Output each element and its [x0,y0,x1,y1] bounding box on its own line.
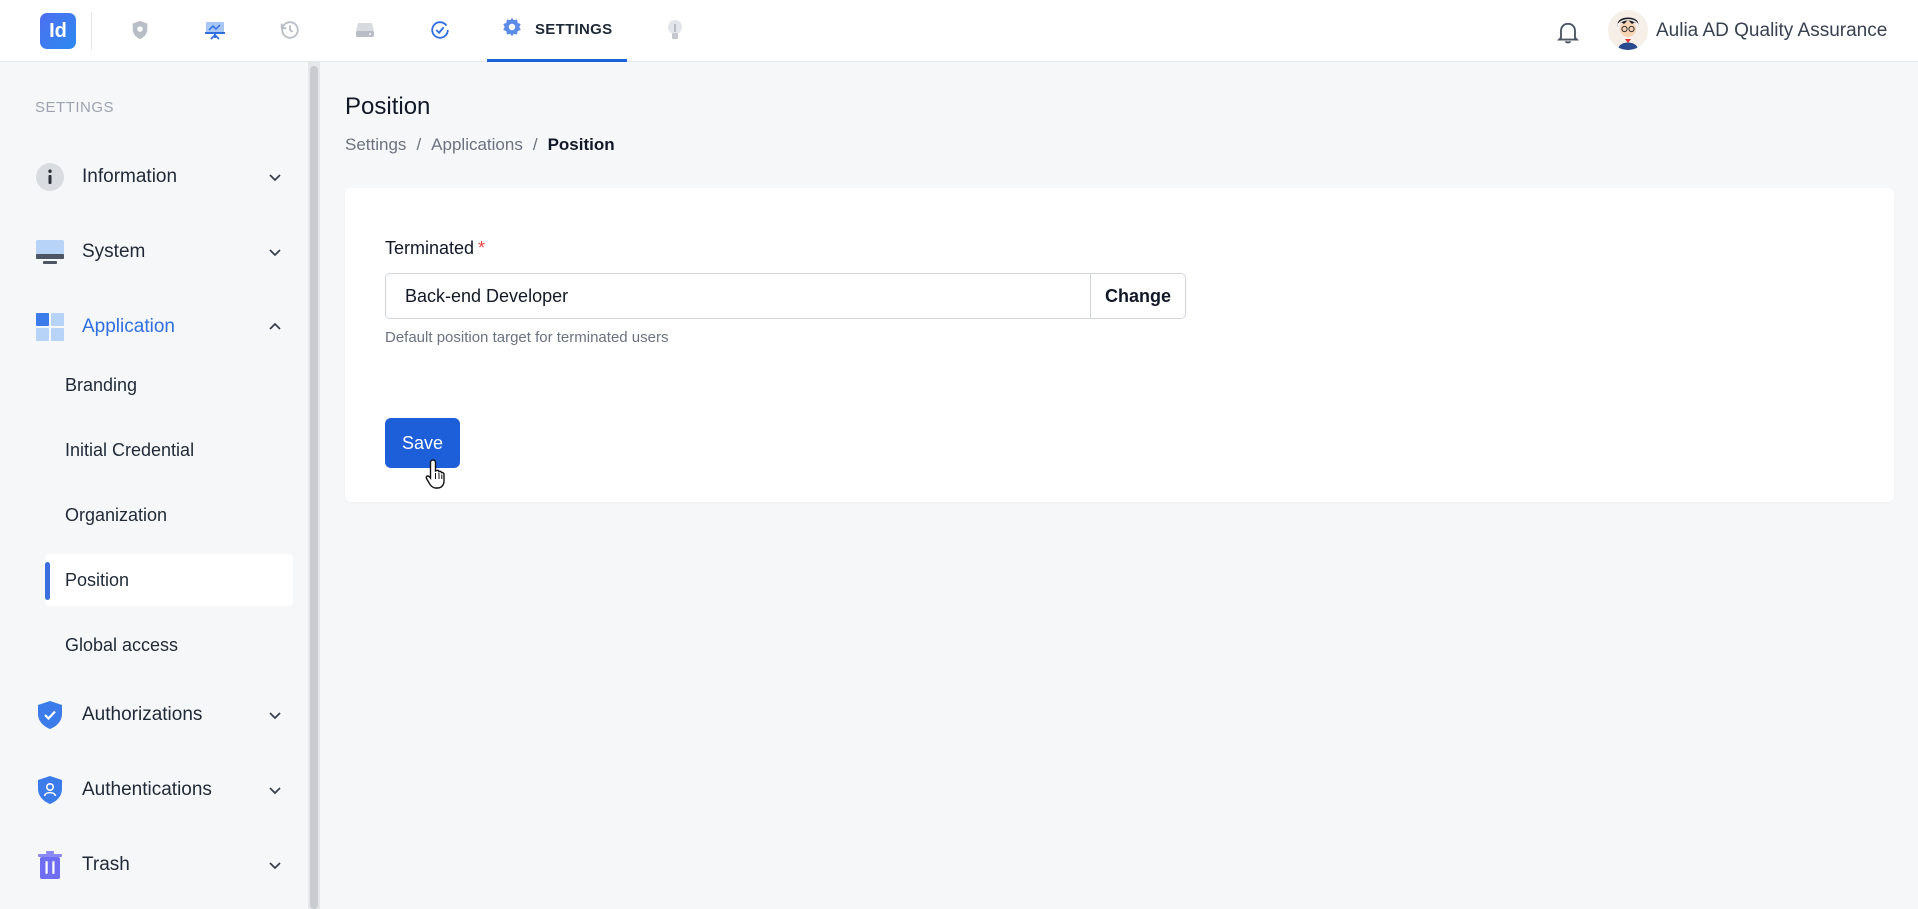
breadcrumb-separator: / [416,135,422,154]
sidebar-item-position[interactable]: Position [45,554,293,606]
scrollbar-thumb[interactable] [310,66,318,909]
breadcrumb-settings[interactable]: Settings [345,135,406,155]
terminated-position-input[interactable] [386,274,1090,318]
tab-settings-label: SETTINGS [535,21,613,38]
breadcrumb: Settings / Applications / Position [345,135,615,155]
change-button[interactable]: Change [1090,274,1185,318]
sidebar-group-information[interactable]: Information [35,155,285,199]
sidebar-group-authorizations[interactable]: Authorizations [35,693,285,737]
sidebar-group-trash[interactable]: Trash [35,843,285,887]
sidebar-group-label: Authorizations [82,704,203,725]
chevron-down-icon [265,855,285,875]
shield-user-icon [35,775,65,805]
terminated-input-group: Change [385,273,1186,319]
sidebar-group-application[interactable]: Application [35,305,285,349]
logo-divider [91,12,92,50]
sidebar-item-organization[interactable]: Organization [45,489,293,541]
breadcrumb-separator: / [532,135,538,154]
lightbulb-icon[interactable] [661,16,689,44]
help-text: Default position target for terminated u… [385,329,669,346]
app-logo[interactable]: Id [40,13,76,49]
check-circle-icon[interactable] [426,16,454,44]
drive-icon[interactable] [351,16,379,44]
chevron-down-icon [265,242,285,262]
sidebar-item-initial-credential[interactable]: Initial Credential [45,424,293,476]
info-icon [35,162,65,192]
pointer-cursor-icon [425,458,451,490]
grid-icon [35,312,65,342]
sidebar-group-system[interactable]: System [35,230,285,274]
trash-icon [35,850,65,880]
sidebar-group-label: Trash [82,854,130,875]
sidebar-heading: SETTINGS [35,99,115,116]
chevron-down-icon [265,705,285,725]
shield-icon[interactable] [126,16,154,44]
breadcrumb-applications[interactable]: Applications [431,135,523,155]
top-bar: Id SETTINGS Aulia AD Quality Assurance [0,0,1918,62]
history-icon[interactable] [276,16,304,44]
required-mark: * [478,238,486,258]
presentation-icon[interactable] [201,16,229,44]
sidebar-group-label: System [82,241,146,262]
sidebar-group-label: Information [82,166,178,187]
avatar[interactable] [1608,10,1648,50]
sidebar-item-branding[interactable]: Branding [45,359,293,411]
gear-icon [501,16,523,43]
terminated-label: Terminated * [385,238,485,259]
chevron-up-icon [265,317,285,337]
tab-settings[interactable]: SETTINGS [487,0,627,62]
chevron-down-icon [265,167,285,187]
sidebar-scrollbar[interactable] [308,62,320,909]
sidebar-group-authentications[interactable]: Authentications [35,768,285,812]
monitor-icon [35,237,65,267]
user-name[interactable]: Aulia AD Quality Assurance [1656,20,1887,42]
chevron-down-icon [265,780,285,800]
notification-bell-icon[interactable] [1554,18,1582,46]
terminated-label-text: Terminated [385,238,475,258]
sidebar-group-label: Authentications [82,779,212,800]
sidebar-group-label: Application [82,316,175,337]
breadcrumb-current: Position [547,135,615,154]
shield-check-icon [35,700,65,730]
sidebar-item-global-access[interactable]: Global access [45,619,293,671]
position-form-card: Terminated* Change Default position targ… [345,188,1894,502]
page-title: Position [345,93,431,120]
sidebar: SETTINGS Information System Application … [0,62,308,909]
